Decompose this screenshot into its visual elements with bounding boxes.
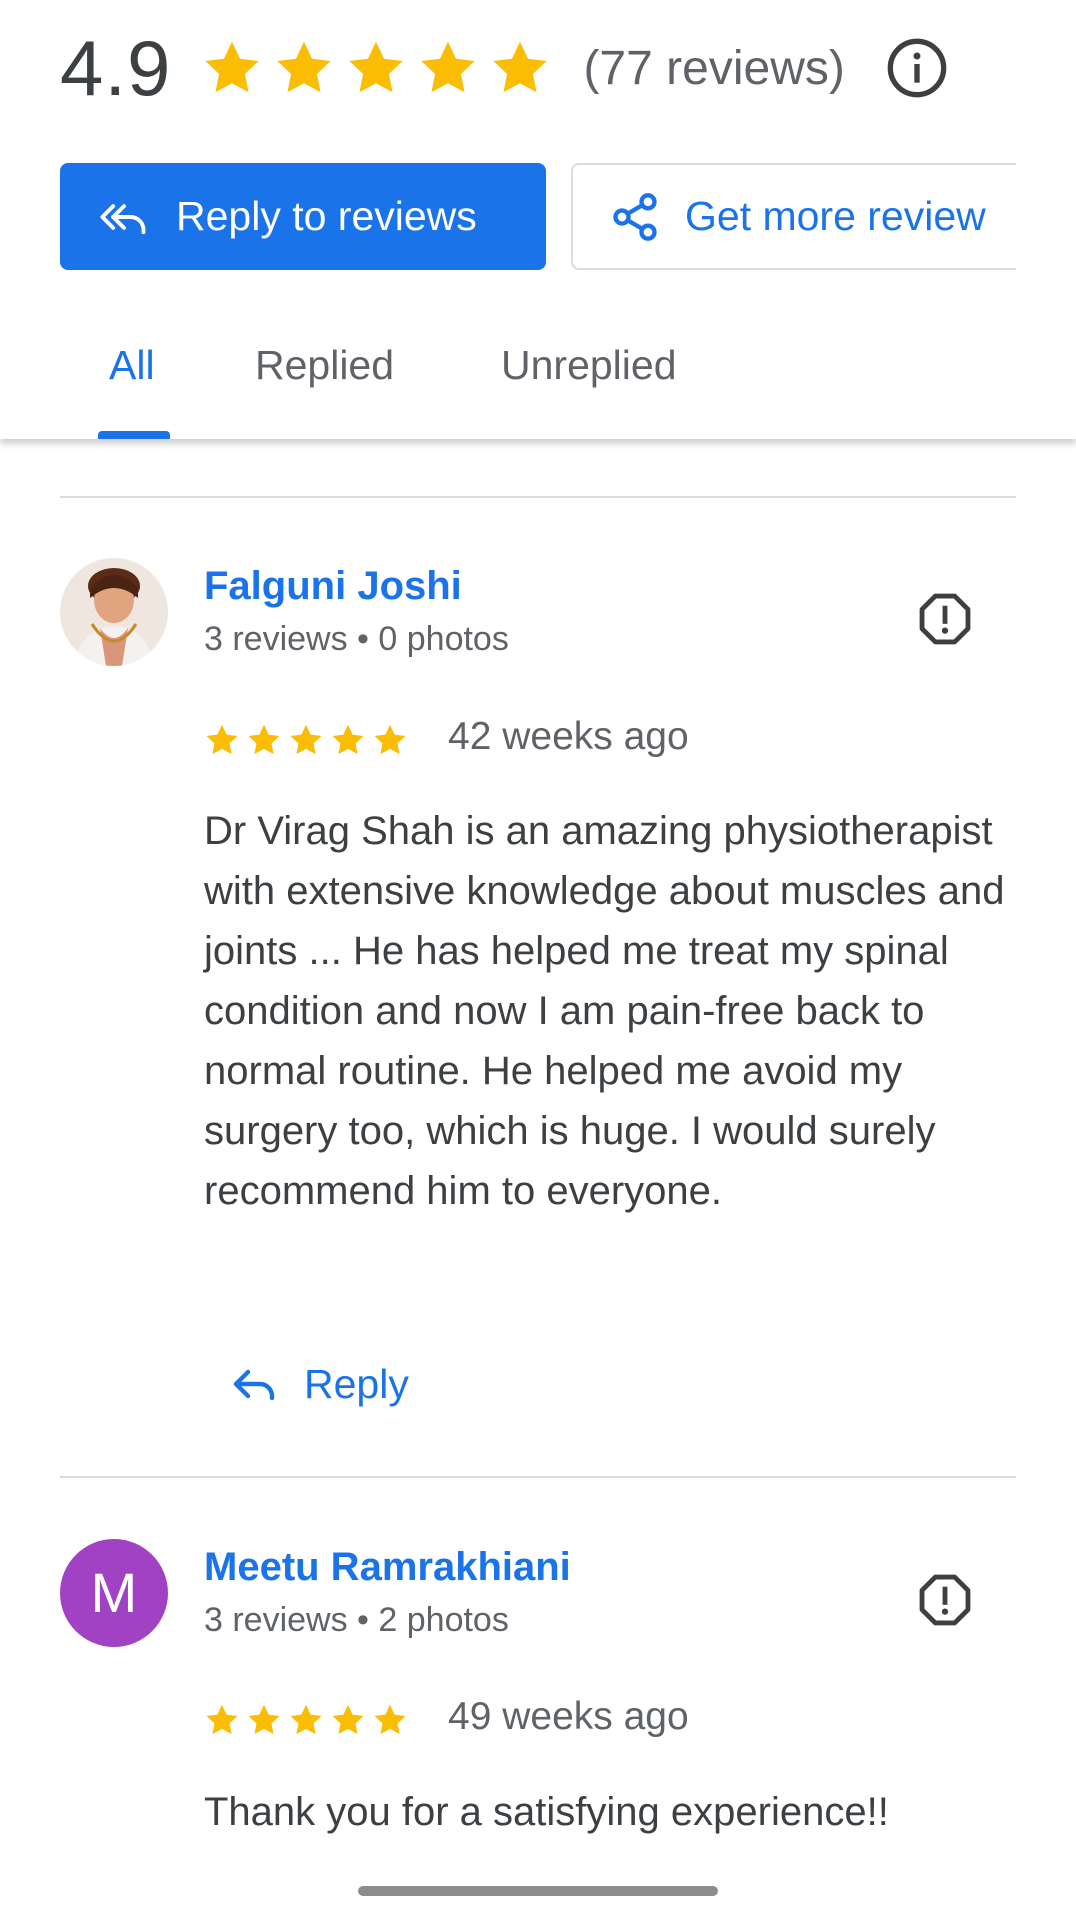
average-rating: 4.9 bbox=[60, 23, 172, 112]
star-icon bbox=[332, 1704, 364, 1735]
reply-label: Reply bbox=[304, 1360, 409, 1407]
star-icon bbox=[374, 1704, 406, 1735]
share-icon bbox=[613, 192, 657, 241]
home-indicator[interactable] bbox=[358, 1886, 718, 1896]
star-icon bbox=[206, 724, 238, 755]
flag-report-icon[interactable] bbox=[916, 1571, 974, 1629]
divider bbox=[60, 1476, 1016, 1478]
reply-icon bbox=[233, 1369, 275, 1401]
rating-stars bbox=[201, 37, 561, 99]
star-icon bbox=[421, 41, 476, 93]
get-more-reviews-button[interactable]: Get more review bbox=[571, 163, 1016, 270]
star-icon bbox=[349, 41, 404, 93]
star-icon bbox=[332, 724, 364, 755]
divider bbox=[60, 496, 1016, 498]
star-icon bbox=[290, 724, 322, 755]
reply-button[interactable]: Reply bbox=[230, 1360, 409, 1408]
active-tab-indicator bbox=[98, 431, 170, 439]
star-icon bbox=[248, 1704, 280, 1735]
get-more-reviews-label: Get more review bbox=[685, 193, 986, 239]
avatar[interactable] bbox=[60, 558, 168, 666]
review-filter-tabs: All Replied Unreplied bbox=[0, 300, 1076, 439]
avatar[interactable]: M bbox=[60, 1539, 168, 1647]
reviewer-name[interactable]: Falguni Joshi bbox=[204, 564, 462, 609]
flag-report-icon[interactable] bbox=[916, 590, 974, 648]
star-icon bbox=[205, 41, 260, 93]
star-icon bbox=[374, 724, 406, 755]
tab-replied[interactable]: Replied bbox=[255, 300, 394, 439]
reply-all-icon bbox=[100, 203, 146, 234]
review-text: Thank you for a satisfying experience!! bbox=[204, 1790, 889, 1834]
review-count: (77 reviews) bbox=[583, 41, 845, 95]
star-icon bbox=[248, 724, 280, 755]
info-icon[interactable] bbox=[885, 36, 949, 100]
reply-to-reviews-button[interactable]: Reply to reviews bbox=[60, 163, 546, 270]
reviewer-meta: 3 reviews • 0 photos bbox=[204, 620, 509, 658]
review-stars bbox=[204, 722, 414, 758]
review-time: 42 weeks ago bbox=[448, 715, 689, 758]
star-icon bbox=[206, 1704, 238, 1735]
reply-to-reviews-label: Reply to reviews bbox=[176, 193, 477, 239]
review-time: 49 weeks ago bbox=[448, 1695, 689, 1738]
tab-all[interactable]: All bbox=[109, 300, 155, 439]
reviewer-meta: 3 reviews • 2 photos bbox=[204, 1601, 509, 1639]
tab-unreplied[interactable]: Unreplied bbox=[501, 300, 677, 439]
review-text: Dr Virag Shah is an amazing physiotherap… bbox=[204, 809, 1005, 1213]
profile-photo bbox=[60, 558, 168, 666]
star-icon bbox=[290, 1704, 322, 1735]
star-icon bbox=[277, 41, 332, 93]
star-icon bbox=[493, 41, 548, 93]
rating-summary: 4.9 (77 reviews) bbox=[60, 20, 949, 116]
reviewer-name[interactable]: Meetu Ramrakhiani bbox=[204, 1545, 571, 1590]
review-stars bbox=[204, 1702, 414, 1738]
